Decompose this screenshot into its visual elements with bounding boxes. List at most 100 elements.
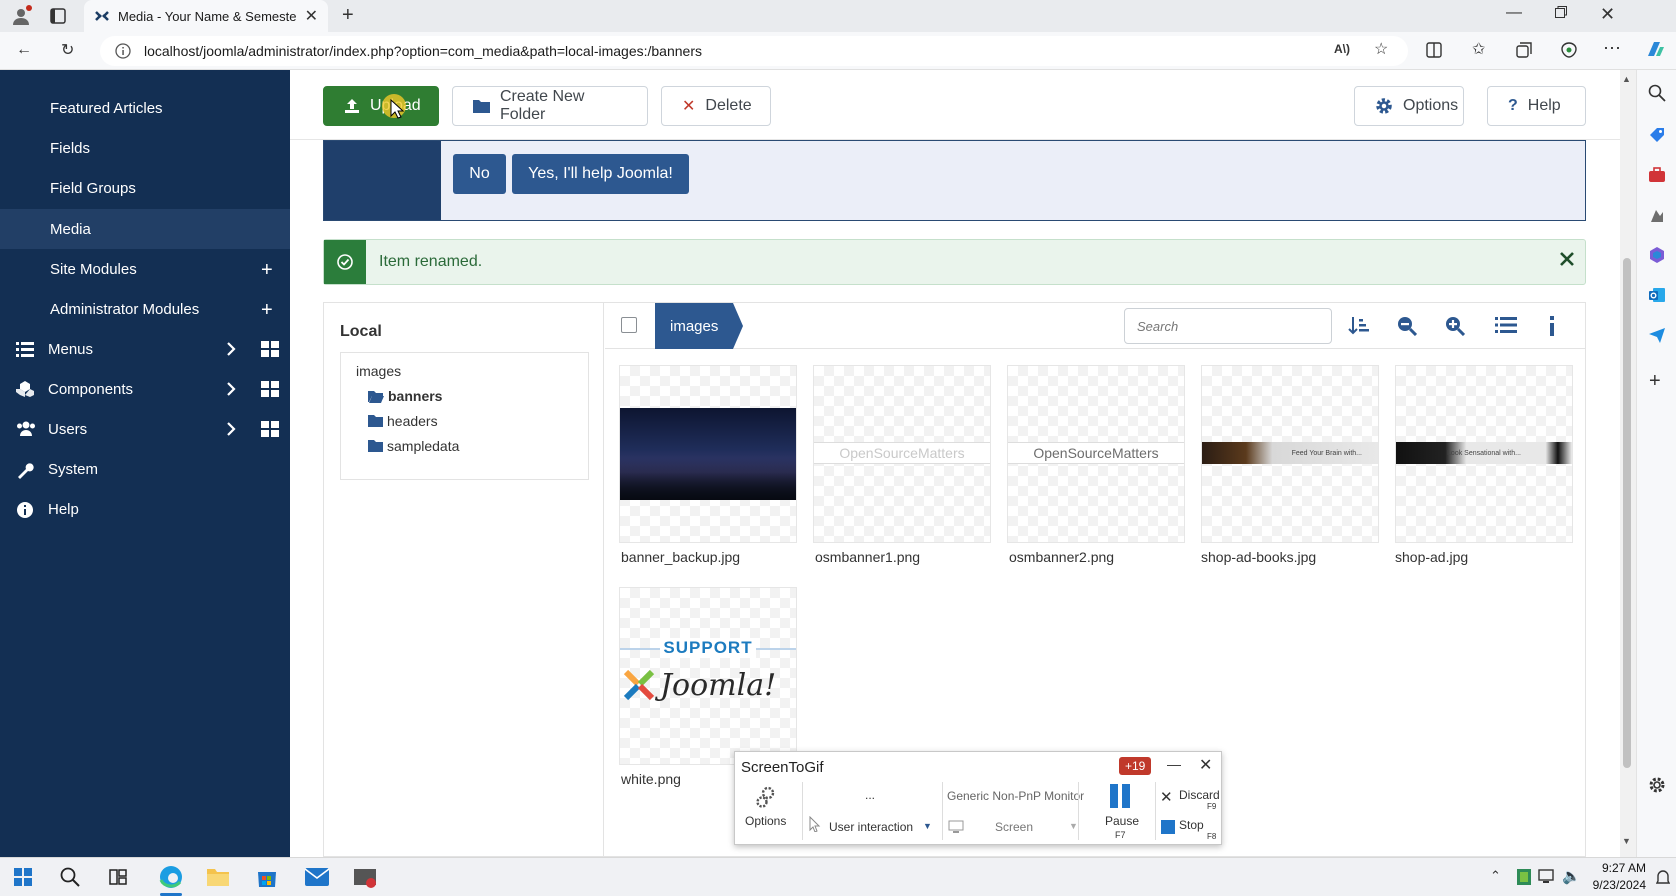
help-button[interactable]: ? Help — [1487, 86, 1586, 126]
sidebar-item-field-groups[interactable]: Field Groups — [0, 168, 290, 208]
close-window-icon[interactable]: ✕ — [1600, 4, 1615, 25]
sidebar-item-fields[interactable]: Fields — [0, 128, 290, 168]
discard-label[interactable]: Discard — [1179, 788, 1220, 802]
tree-root-images[interactable]: images — [356, 363, 401, 379]
pause-icon[interactable] — [1109, 784, 1131, 808]
outlook-icon[interactable] — [1648, 286, 1666, 304]
active-tab[interactable]: Media - Your Name & Semester y ✕ — [84, 0, 328, 32]
windows-start-icon[interactable] — [14, 868, 32, 886]
favorites-icon[interactable]: ✩ — [1472, 39, 1485, 59]
chevron-right-icon[interactable] — [226, 422, 236, 436]
select-all-checkbox[interactable] — [621, 317, 637, 333]
discard-x-icon[interactable]: ✕ — [1160, 788, 1173, 806]
tree-folder-banners[interactable]: banners — [368, 388, 442, 404]
media-item-white[interactable]: SUPPORT Joomla! — [619, 587, 797, 765]
options-button[interactable]: Options — [1354, 86, 1464, 126]
chevron-right-icon[interactable] — [226, 342, 236, 356]
edge-taskbar-icon[interactable] — [158, 864, 184, 890]
minimize-icon[interactable]: — — [1506, 4, 1522, 22]
dropdown-arrow-icon[interactable]: ▼ — [1069, 821, 1078, 831]
favorite-star-icon[interactable]: ☆ — [1374, 39, 1388, 59]
back-icon[interactable]: ← — [16, 41, 32, 59]
upload-button[interactable]: Upload — [323, 86, 439, 126]
network-icon[interactable] — [1538, 869, 1556, 885]
media-item-shop-ad[interactable]: Look Sensational with... — [1395, 365, 1573, 543]
taskbar-search-icon[interactable] — [60, 867, 80, 887]
sidebar-item-administrator-modules[interactable]: Administrator Modules + — [0, 289, 290, 329]
list-view-icon[interactable] — [1495, 316, 1517, 334]
split-screen-icon[interactable] — [1426, 42, 1442, 58]
search-icon[interactable] — [1648, 84, 1666, 102]
microsoft-store-icon[interactable] — [256, 866, 278, 888]
show-hidden-icons-icon[interactable]: ⌃ — [1490, 868, 1501, 884]
sidebar-item-users[interactable]: Users — [0, 409, 290, 449]
zoom-in-icon[interactable] — [1445, 316, 1465, 336]
gears-icon[interactable] — [755, 785, 777, 809]
add-icon[interactable]: + — [261, 299, 273, 322]
tree-folder-sampledata[interactable]: sampledata — [368, 438, 459, 454]
read-aloud-icon[interactable]: A\) — [1334, 42, 1350, 56]
media-item-banner-backup[interactable] — [619, 365, 797, 543]
screentogif-taskbar-icon[interactable] — [352, 866, 378, 890]
sort-icon[interactable] — [1348, 316, 1370, 336]
options-label[interactable]: Options — [745, 814, 786, 828]
stop-icon[interactable] — [1161, 820, 1175, 834]
clock-time[interactable]: 9:27 AM — [1586, 861, 1646, 875]
dashboard-grid-icon[interactable] — [261, 421, 279, 437]
more-menu-icon[interactable]: ⋯ — [1603, 38, 1621, 59]
media-item-osmbanner1[interactable]: OpenSourceMatters — [813, 365, 991, 543]
notifications-icon[interactable] — [1656, 868, 1670, 886]
games-icon[interactable] — [1648, 206, 1666, 224]
breadcrumb-images[interactable]: images — [655, 303, 743, 349]
send-icon[interactable] — [1648, 326, 1666, 344]
sidebar-item-site-modules[interactable]: Site Modules + — [0, 249, 290, 289]
create-new-folder-button[interactable]: Create New Folder — [452, 86, 648, 126]
refresh-icon[interactable]: ↻ — [61, 40, 74, 60]
tree-folder-headers[interactable]: headers — [368, 413, 438, 429]
info-icon[interactable] — [1549, 316, 1555, 336]
scrollbar-thumb[interactable] — [1623, 258, 1631, 768]
no-button[interactable]: No — [453, 154, 506, 194]
tab-actions-icon[interactable] — [50, 8, 66, 24]
add-sidebar-app-icon[interactable]: + — [1649, 370, 1661, 393]
screen-label[interactable]: Screen — [995, 820, 1033, 834]
stop-label[interactable]: Stop — [1179, 818, 1204, 832]
search-input[interactable]: Search — [1124, 308, 1332, 344]
info-icon[interactable] — [115, 43, 131, 59]
zoom-out-icon[interactable] — [1397, 316, 1417, 336]
scroll-up-arrow-icon[interactable]: ▲ — [1622, 74, 1631, 84]
sidebar-item-system[interactable]: System — [0, 449, 290, 489]
media-item-shop-ad-books[interactable]: Feed Your Brain with... — [1201, 365, 1379, 543]
sidebar-settings-icon[interactable] — [1648, 776, 1666, 794]
dropdown-arrow-icon[interactable]: ▼ — [923, 821, 932, 831]
dashboard-grid-icon[interactable] — [261, 381, 279, 397]
browser-essentials-icon[interactable] — [1560, 41, 1578, 59]
minimize-icon[interactable]: — — [1167, 756, 1181, 772]
new-tab-icon[interactable]: + — [342, 4, 354, 27]
yes-help-joomla-button[interactable]: Yes, I'll help Joomla! — [512, 154, 689, 194]
shopping-tag-icon[interactable] — [1648, 126, 1666, 144]
sidebar-item-help[interactable]: Help — [0, 489, 290, 529]
scroll-down-arrow-icon[interactable]: ▼ — [1622, 836, 1631, 846]
sidebar-item-featured-articles[interactable]: Featured Articles — [0, 88, 290, 128]
more-label[interactable]: ... — [865, 788, 875, 802]
sidebar-item-menus[interactable]: Menus — [0, 329, 290, 369]
chevron-right-icon[interactable] — [226, 382, 236, 396]
mail-icon[interactable] — [305, 868, 329, 886]
restore-icon[interactable] — [1555, 6, 1567, 18]
sidebar-item-media[interactable]: Media — [0, 209, 290, 249]
close-tab-icon[interactable]: ✕ — [305, 6, 318, 26]
dashboard-grid-icon[interactable] — [261, 341, 279, 357]
delete-button[interactable]: ✕ Delete — [661, 86, 771, 126]
sidebar-item-components[interactable]: Components — [0, 369, 290, 409]
close-icon[interactable]: ✕ — [1199, 755, 1212, 775]
close-alert-icon[interactable] — [1559, 251, 1575, 267]
user-interaction-label[interactable]: User interaction — [829, 820, 913, 834]
file-explorer-icon[interactable] — [207, 867, 229, 887]
copilot-icon[interactable] — [1644, 38, 1666, 60]
microsoft-365-icon[interactable] — [1648, 246, 1666, 264]
tools-icon[interactable] — [1648, 166, 1666, 184]
add-icon[interactable]: + — [261, 259, 273, 282]
collections-icon[interactable] — [1516, 42, 1532, 58]
media-item-osmbanner2[interactable]: OpenSourceMatters — [1007, 365, 1185, 543]
